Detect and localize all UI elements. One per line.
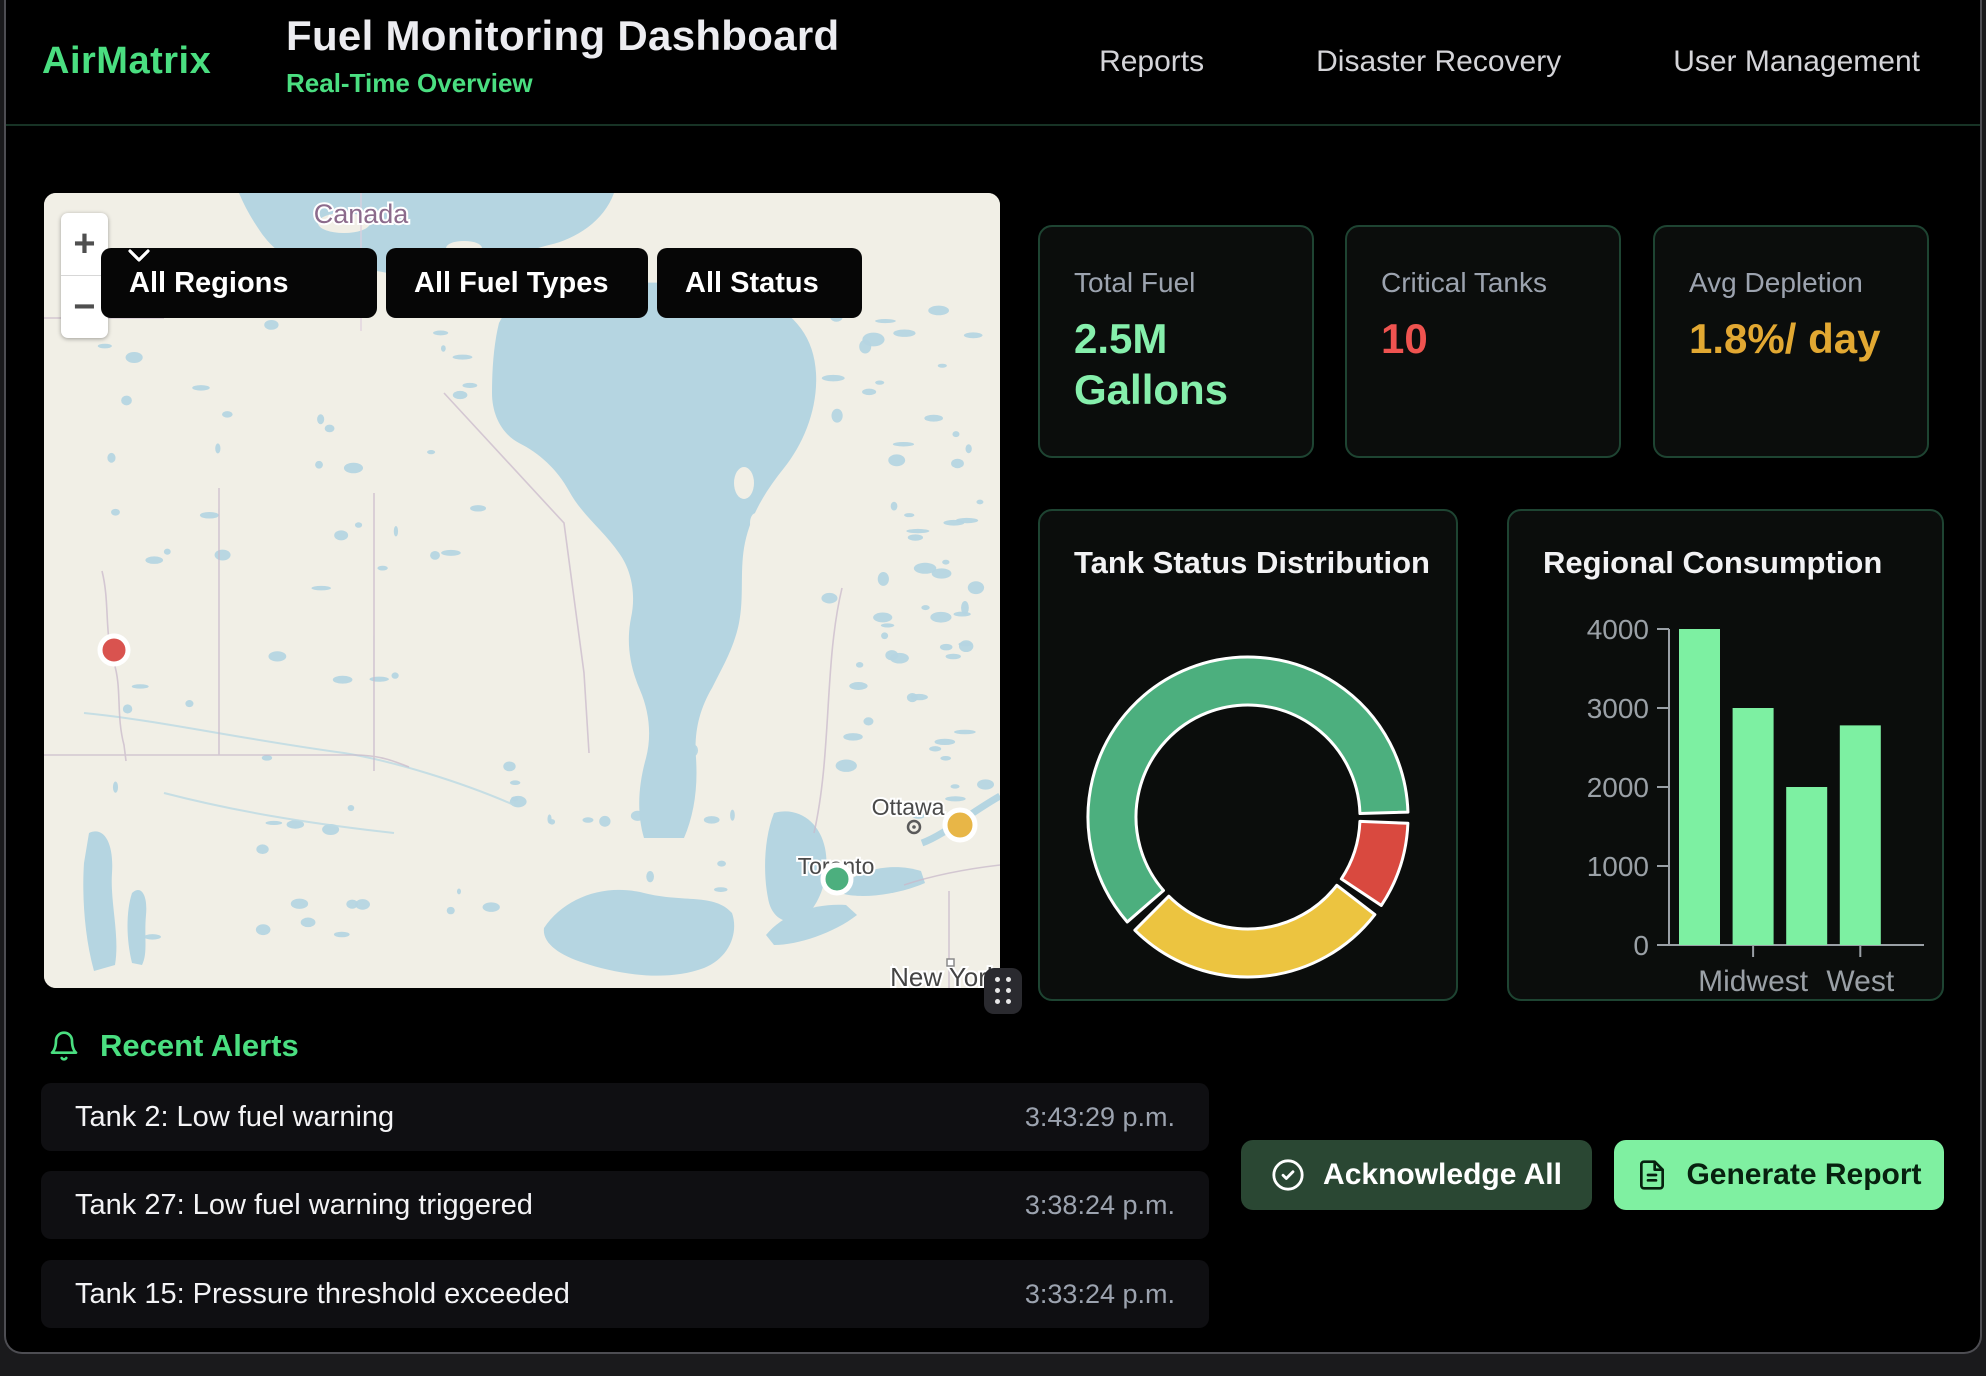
map-resize-handle[interactable] (984, 968, 1022, 1014)
tank-status-donut-chart (1040, 511, 1460, 1003)
svg-text:Midwest: Midwest (1698, 965, 1809, 998)
title-block: Fuel Monitoring Dashboard Real-Time Over… (286, 12, 839, 99)
alert-message: Tank 27: Low fuel warning triggered (75, 1189, 533, 1222)
alert-time: 3:43:29 p.m. (1025, 1102, 1175, 1133)
map-marker-yellow[interactable] (945, 810, 975, 840)
fuel-type-filter-dropdown[interactable]: All Fuel Types (386, 248, 648, 318)
alert-row: Tank 27: Low fuel warning triggered 3:38… (41, 1171, 1209, 1239)
page-subtitle: Real-Time Overview (286, 68, 839, 99)
check-circle-icon (1271, 1158, 1305, 1192)
regional-consumption-card: Regional Consumption 0 1000 2000 3000 4000 Mi… (1507, 509, 1944, 1001)
tank-status-card: Tank Status Distribution (1038, 509, 1458, 1001)
bell-icon (48, 1029, 80, 1063)
alert-row: Tank 2: Low fuel warning 3:43:29 p.m. (41, 1083, 1209, 1151)
alert-message: Tank 15: Pressure threshold exceeded (75, 1278, 570, 1311)
stat-value: 10 (1381, 313, 1585, 364)
stat-label: Critical Tanks (1381, 267, 1585, 299)
generate-report-label: Generate Report (1686, 1158, 1921, 1192)
alert-time: 3:33:24 p.m. (1025, 1279, 1175, 1310)
map-lake (128, 890, 147, 965)
regional-consumption-chart-title: Regional Consumption (1543, 545, 1882, 581)
map-marker-red[interactable] (100, 636, 128, 664)
status-filter-dropdown[interactable]: All Status (657, 248, 862, 318)
stat-value: 2.5M Gallons (1074, 313, 1278, 415)
map-island (750, 513, 762, 533)
svg-text:1000: 1000 (1587, 851, 1649, 882)
nav-item-user-management[interactable]: User Management (1673, 45, 1920, 79)
nav-item-disaster-recovery[interactable]: Disaster Recovery (1316, 45, 1561, 79)
svg-text:West: West (1826, 965, 1894, 998)
fuel-type-filter-value: All Fuel Types (414, 267, 608, 300)
svg-text:2000: 2000 (1587, 772, 1649, 803)
regional-consumption-bar-chart: 0 1000 2000 3000 4000 Midwest West (1509, 511, 1946, 1003)
acknowledge-all-label: Acknowledge All (1323, 1158, 1562, 1192)
window-bottom-edge (0, 1354, 1986, 1376)
svg-text:0: 0 (1633, 930, 1649, 961)
nav-item-reports[interactable]: Reports (1099, 45, 1204, 79)
stat-label: Total Fuel (1074, 267, 1278, 299)
map[interactable]: Canada Ottawa Toronto New York + − All R… (44, 193, 1000, 988)
alerts-title: Recent Alerts (100, 1028, 299, 1064)
new-york-town-icon (947, 959, 954, 966)
region-filter-value: All Regions (129, 267, 289, 300)
alert-time: 3:38:24 p.m. (1025, 1190, 1175, 1221)
app-window: AirMatrix Fuel Monitoring Dashboard Real… (4, 0, 1982, 1354)
alert-message: Tank 2: Low fuel warning (75, 1101, 394, 1134)
page-title: Fuel Monitoring Dashboard (286, 12, 839, 60)
header: AirMatrix Fuel Monitoring Dashboard Real… (6, 0, 1980, 126)
stat-card-total-fuel: Total Fuel 2.5M Gallons (1038, 225, 1314, 458)
acknowledge-all-button[interactable]: Acknowledge All (1241, 1140, 1592, 1210)
map-label-ottawa: Ottawa (872, 794, 945, 820)
map-marker-green[interactable] (823, 865, 851, 893)
alerts-header: Recent Alerts (48, 1028, 299, 1064)
fuel-monitoring-dashboard: { "header": { "logo": "AirMatrix", "titl… (0, 0, 1986, 1376)
file-text-icon (1636, 1158, 1668, 1192)
app-logo: AirMatrix (42, 40, 211, 83)
map-label-canada: Canada (314, 199, 410, 229)
chevron-down-icon (127, 248, 151, 263)
alert-row: Tank 15: Pressure threshold exceeded 3:3… (41, 1260, 1209, 1328)
stat-value: 1.8%/ day (1689, 313, 1893, 364)
stat-label: Avg Depletion (1689, 267, 1893, 299)
stat-card-avg-depletion: Avg Depletion 1.8%/ day (1653, 225, 1929, 458)
status-filter-value: All Status (685, 267, 819, 300)
svg-text:3000: 3000 (1587, 693, 1649, 724)
map-filters: All Regions All Fuel Types All Status (101, 248, 862, 318)
main-nav: Reports Disaster Recovery User Managemen… (1099, 0, 1920, 124)
ottawa-town-dot (912, 825, 916, 829)
map-island (734, 467, 754, 499)
generate-report-button[interactable]: Generate Report (1614, 1140, 1944, 1210)
svg-text:4000: 4000 (1587, 614, 1649, 645)
stat-card-critical-tanks: Critical Tanks 10 (1345, 225, 1621, 458)
tank-status-chart-title: Tank Status Distribution (1074, 545, 1430, 581)
